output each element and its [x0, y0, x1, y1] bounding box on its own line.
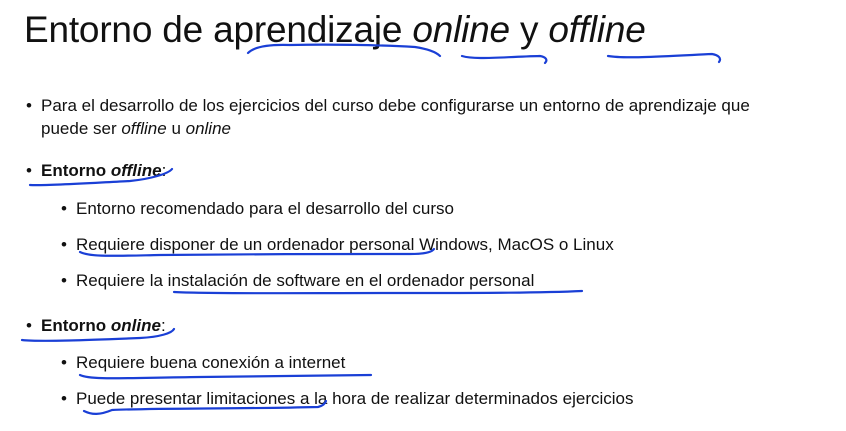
bullet-dot: • [61, 353, 67, 372]
slide-title: Entorno de aprendizaje online y offline [24, 8, 646, 52]
offline-heading-colon: : [161, 161, 167, 180]
intro-line-2c: u [166, 119, 186, 138]
online-heading-colon: : [160, 316, 166, 335]
online-item-text: Puede presentar limitaciones a la hora d… [76, 389, 634, 408]
title-part-5: y [509, 9, 549, 50]
online-item: • Requiere buena conexión a internet [61, 352, 346, 374]
intro-line-2a: puede ser [41, 119, 122, 138]
intro-line-1: Para el desarrollo de los ejercicios del… [41, 96, 750, 115]
bullet-dot: • [26, 161, 32, 180]
bullet-dot: • [61, 235, 67, 254]
offline-item-text: Requiere disponer de un ordenador person… [76, 235, 614, 254]
online-item: • Puede presentar limitaciones a la hora… [61, 388, 634, 410]
intro-line-2b: offline [121, 119, 167, 138]
offline-item: • Requiere disponer de un ordenador pers… [61, 234, 614, 256]
intro-bullet: • Para el desarrollo de los ejercicios d… [26, 95, 750, 117]
bullet-dot: • [61, 389, 67, 408]
bullet-dot: • [61, 271, 67, 290]
offline-item-text: Requiere la instalación de software en e… [76, 271, 535, 290]
slide: Entorno de aprendizaje online y offline … [0, 0, 846, 431]
online-item-text: Requiere buena conexión a internet [76, 353, 346, 372]
title-part-2: aprendizaje [213, 9, 403, 50]
offline-heading-label: Entorno [41, 161, 111, 180]
offline-item: • Requiere la instalación de software en… [61, 270, 535, 292]
title-part-offline: offline [548, 9, 646, 50]
offline-item: • Entorno recomendado para el desarrollo… [61, 198, 455, 220]
online-heading-label: Entorno [41, 316, 111, 335]
offline-item-text: Entorno recomendado para el desarrollo d… [76, 199, 455, 218]
underline-online-title [460, 54, 548, 65]
bullet-dot: • [26, 316, 32, 335]
bullet-dot: • [61, 199, 67, 218]
underline-buena-conexion [78, 373, 373, 380]
title-part-1: Entorno de [24, 9, 214, 50]
title-part-online: online [412, 9, 510, 50]
online-heading-keyword: online [110, 316, 161, 335]
offline-heading-keyword: offline [110, 161, 162, 180]
title-part-3 [402, 9, 412, 50]
online-heading: • Entorno online: [26, 315, 166, 337]
intro-line-2d: online [185, 119, 231, 138]
intro-bullet-continuation: puede ser offline u online [41, 118, 231, 140]
underline-offline-title [606, 52, 722, 64]
offline-heading: • Entorno offline: [26, 160, 167, 182]
bullet-dot: • [26, 96, 32, 115]
